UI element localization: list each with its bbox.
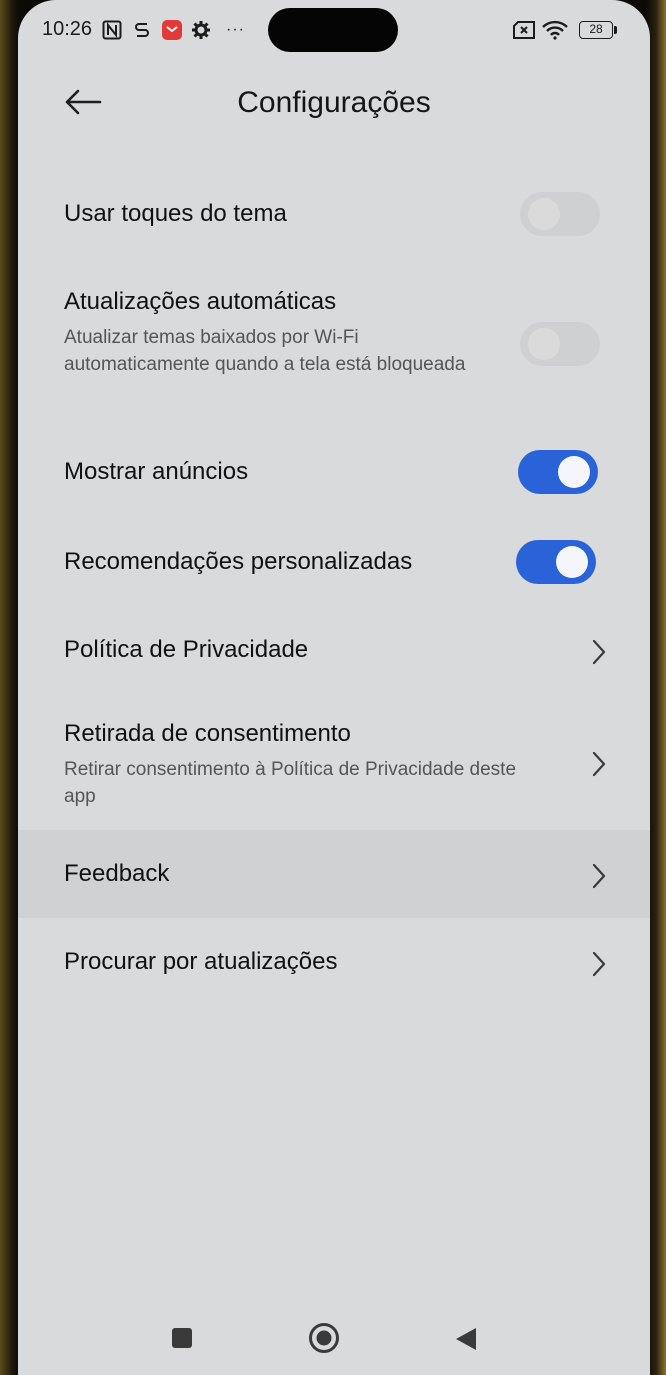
home-button[interactable] xyxy=(308,1322,340,1354)
screen: 10:26 ··· 28 Configurações Usar toques d… xyxy=(18,0,650,1375)
sim-icon xyxy=(512,20,536,40)
setting-privacy-policy[interactable]: Política de Privacidade xyxy=(18,608,650,696)
setting-show-ads[interactable]: Mostrar anúncios xyxy=(18,428,650,516)
status-time: 10:26 xyxy=(42,18,93,40)
setting-title: Mostrar anúncios xyxy=(64,458,249,485)
more-icon: ··· xyxy=(226,21,245,38)
use-theme-sounds-toggle[interactable] xyxy=(520,192,600,236)
show-ads-toggle[interactable] xyxy=(518,450,598,494)
setting-personalized-recommendations[interactable]: Recomendações personalizadas xyxy=(18,518,650,606)
setting-title: Retirada de consentimento xyxy=(64,720,351,747)
chevron-right-icon xyxy=(592,951,606,977)
setting-subtitle: Atualizar temas baixados por Wi-Fi autom… xyxy=(64,327,466,375)
setting-title: Recomendações personalizadas xyxy=(64,548,413,575)
setting-title: Política de Privacidade xyxy=(64,636,309,663)
settings-icon xyxy=(192,20,210,40)
recents-button[interactable] xyxy=(170,1326,194,1350)
chevron-right-icon xyxy=(592,751,606,777)
recents-square-icon xyxy=(172,1328,192,1348)
nav-back-button[interactable] xyxy=(454,1326,478,1352)
setting-check-updates[interactable]: Procurar por atualizações xyxy=(18,920,650,1008)
status-bar: 10:26 ··· 28 xyxy=(18,0,650,62)
back-triangle-icon xyxy=(456,1328,476,1350)
auto-updates-toggle[interactable] xyxy=(520,322,600,366)
setting-title: Feedback xyxy=(64,860,170,887)
wifi-icon xyxy=(542,20,568,40)
personalized-recommendations-toggle[interactable] xyxy=(516,540,596,584)
setting-title: Procurar por atualizações xyxy=(64,948,338,975)
page-title: Configurações xyxy=(237,86,431,119)
mail-app-icon xyxy=(162,20,182,40)
setting-title: Atualizações automáticas xyxy=(64,288,337,315)
battery-level: 28 xyxy=(579,21,613,39)
battery-icon: 28 xyxy=(578,20,618,40)
chevron-right-icon xyxy=(592,639,606,665)
app-header: Configurações xyxy=(18,62,650,152)
setting-use-theme-sounds[interactable]: Usar toques do tema xyxy=(18,172,650,258)
phone-frame: 10:26 ··· 28 Configurações Usar toques d… xyxy=(0,0,666,1375)
home-circle-icon xyxy=(309,1323,339,1353)
setting-auto-updates[interactable]: Atualizações automáticas Atualizar temas… xyxy=(18,264,650,414)
setting-title: Usar toques do tema xyxy=(64,200,287,227)
setting-consent-withdrawal[interactable]: Retirada de consentimento Retirar consen… xyxy=(18,700,650,828)
nfc-icon xyxy=(102,20,122,40)
navigation-bar xyxy=(18,1300,650,1375)
setting-subtitle: Retirar consentimento à Política de Priv… xyxy=(64,759,517,807)
setting-feedback[interactable]: Feedback xyxy=(18,830,650,918)
s-icon xyxy=(134,20,150,40)
camera-notch xyxy=(268,8,398,52)
chevron-right-icon xyxy=(592,863,606,889)
